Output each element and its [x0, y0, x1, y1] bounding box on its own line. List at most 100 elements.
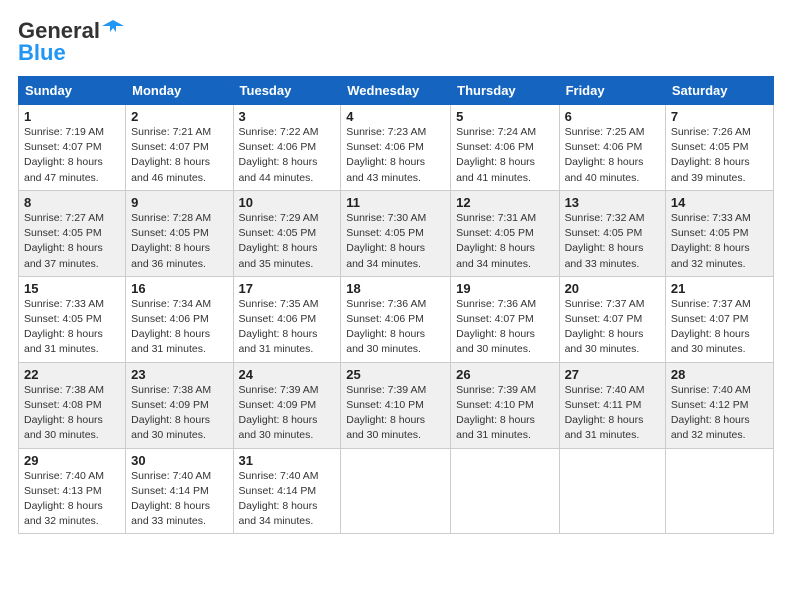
day-number: 22: [24, 367, 120, 382]
day-info: Sunrise: 7:40 AMSunset: 4:13 PMDaylight:…: [24, 469, 120, 530]
day-number: 27: [565, 367, 660, 382]
calendar-cell: 4Sunrise: 7:23 AMSunset: 4:06 PMDaylight…: [341, 105, 451, 191]
day-info: Sunrise: 7:28 AMSunset: 4:05 PMDaylight:…: [131, 211, 227, 272]
day-info: Sunrise: 7:29 AMSunset: 4:05 PMDaylight:…: [239, 211, 336, 272]
day-info: Sunrise: 7:37 AMSunset: 4:07 PMDaylight:…: [565, 297, 660, 358]
col-header-tuesday: Tuesday: [233, 77, 341, 105]
calendar-cell: 28Sunrise: 7:40 AMSunset: 4:12 PMDayligh…: [665, 362, 773, 448]
calendar-cell: 3Sunrise: 7:22 AMSunset: 4:06 PMDaylight…: [233, 105, 341, 191]
logo-blue: Blue: [18, 40, 66, 66]
calendar-cell: 25Sunrise: 7:39 AMSunset: 4:10 PMDayligh…: [341, 362, 451, 448]
calendar-cell: 17Sunrise: 7:35 AMSunset: 4:06 PMDayligh…: [233, 276, 341, 362]
calendar-cell: 30Sunrise: 7:40 AMSunset: 4:14 PMDayligh…: [126, 448, 233, 534]
calendar-cell: 26Sunrise: 7:39 AMSunset: 4:10 PMDayligh…: [451, 362, 559, 448]
day-info: Sunrise: 7:27 AMSunset: 4:05 PMDaylight:…: [24, 211, 120, 272]
day-number: 24: [239, 367, 336, 382]
calendar-cell: 8Sunrise: 7:27 AMSunset: 4:05 PMDaylight…: [19, 190, 126, 276]
calendar-cell: [451, 448, 559, 534]
day-number: 4: [346, 109, 445, 124]
calendar-cell: 24Sunrise: 7:39 AMSunset: 4:09 PMDayligh…: [233, 362, 341, 448]
calendar-cell: 6Sunrise: 7:25 AMSunset: 4:06 PMDaylight…: [559, 105, 665, 191]
day-info: Sunrise: 7:38 AMSunset: 4:08 PMDaylight:…: [24, 383, 120, 444]
day-info: Sunrise: 7:39 AMSunset: 4:09 PMDaylight:…: [239, 383, 336, 444]
calendar-cell: [665, 448, 773, 534]
day-info: Sunrise: 7:35 AMSunset: 4:06 PMDaylight:…: [239, 297, 336, 358]
calendar-cell: 5Sunrise: 7:24 AMSunset: 4:06 PMDaylight…: [451, 105, 559, 191]
day-info: Sunrise: 7:39 AMSunset: 4:10 PMDaylight:…: [346, 383, 445, 444]
calendar-cell: 29Sunrise: 7:40 AMSunset: 4:13 PMDayligh…: [19, 448, 126, 534]
day-number: 8: [24, 195, 120, 210]
calendar-cell: 13Sunrise: 7:32 AMSunset: 4:05 PMDayligh…: [559, 190, 665, 276]
day-number: 12: [456, 195, 553, 210]
day-number: 20: [565, 281, 660, 296]
day-number: 2: [131, 109, 227, 124]
day-info: Sunrise: 7:21 AMSunset: 4:07 PMDaylight:…: [131, 125, 227, 186]
calendar-cell: 2Sunrise: 7:21 AMSunset: 4:07 PMDaylight…: [126, 105, 233, 191]
calendar-cell: 23Sunrise: 7:38 AMSunset: 4:09 PMDayligh…: [126, 362, 233, 448]
calendar-cell: 21Sunrise: 7:37 AMSunset: 4:07 PMDayligh…: [665, 276, 773, 362]
calendar-cell: 31Sunrise: 7:40 AMSunset: 4:14 PMDayligh…: [233, 448, 341, 534]
calendar-cell: 9Sunrise: 7:28 AMSunset: 4:05 PMDaylight…: [126, 190, 233, 276]
calendar-cell: 16Sunrise: 7:34 AMSunset: 4:06 PMDayligh…: [126, 276, 233, 362]
day-info: Sunrise: 7:19 AMSunset: 4:07 PMDaylight:…: [24, 125, 120, 186]
day-info: Sunrise: 7:26 AMSunset: 4:05 PMDaylight:…: [671, 125, 768, 186]
day-number: 28: [671, 367, 768, 382]
day-number: 17: [239, 281, 336, 296]
day-info: Sunrise: 7:40 AMSunset: 4:14 PMDaylight:…: [239, 469, 336, 530]
col-header-monday: Monday: [126, 77, 233, 105]
day-number: 15: [24, 281, 120, 296]
day-info: Sunrise: 7:32 AMSunset: 4:05 PMDaylight:…: [565, 211, 660, 272]
day-info: Sunrise: 7:37 AMSunset: 4:07 PMDaylight:…: [671, 297, 768, 358]
day-number: 25: [346, 367, 445, 382]
calendar-cell: 20Sunrise: 7:37 AMSunset: 4:07 PMDayligh…: [559, 276, 665, 362]
calendar-cell: 19Sunrise: 7:36 AMSunset: 4:07 PMDayligh…: [451, 276, 559, 362]
day-info: Sunrise: 7:24 AMSunset: 4:06 PMDaylight:…: [456, 125, 553, 186]
calendar-week-row: 29Sunrise: 7:40 AMSunset: 4:13 PMDayligh…: [19, 448, 774, 534]
day-number: 10: [239, 195, 336, 210]
page: General Blue SundayMondayTuesdayWednesda…: [0, 0, 792, 552]
day-number: 13: [565, 195, 660, 210]
col-header-saturday: Saturday: [665, 77, 773, 105]
logo-bird-icon: [102, 18, 124, 40]
day-number: 3: [239, 109, 336, 124]
calendar-cell: 22Sunrise: 7:38 AMSunset: 4:08 PMDayligh…: [19, 362, 126, 448]
day-info: Sunrise: 7:31 AMSunset: 4:05 PMDaylight:…: [456, 211, 553, 272]
calendar-cell: 18Sunrise: 7:36 AMSunset: 4:06 PMDayligh…: [341, 276, 451, 362]
day-info: Sunrise: 7:23 AMSunset: 4:06 PMDaylight:…: [346, 125, 445, 186]
day-number: 21: [671, 281, 768, 296]
col-header-sunday: Sunday: [19, 77, 126, 105]
day-info: Sunrise: 7:36 AMSunset: 4:06 PMDaylight:…: [346, 297, 445, 358]
day-number: 29: [24, 453, 120, 468]
calendar-cell: 14Sunrise: 7:33 AMSunset: 4:05 PMDayligh…: [665, 190, 773, 276]
col-header-wednesday: Wednesday: [341, 77, 451, 105]
day-number: 5: [456, 109, 553, 124]
col-header-thursday: Thursday: [451, 77, 559, 105]
calendar-week-row: 1Sunrise: 7:19 AMSunset: 4:07 PMDaylight…: [19, 105, 774, 191]
calendar-header-row: SundayMondayTuesdayWednesdayThursdayFrid…: [19, 77, 774, 105]
day-info: Sunrise: 7:33 AMSunset: 4:05 PMDaylight:…: [24, 297, 120, 358]
day-info: Sunrise: 7:34 AMSunset: 4:06 PMDaylight:…: [131, 297, 227, 358]
calendar-cell: 10Sunrise: 7:29 AMSunset: 4:05 PMDayligh…: [233, 190, 341, 276]
calendar-cell: 7Sunrise: 7:26 AMSunset: 4:05 PMDaylight…: [665, 105, 773, 191]
day-number: 14: [671, 195, 768, 210]
calendar-cell: 12Sunrise: 7:31 AMSunset: 4:05 PMDayligh…: [451, 190, 559, 276]
day-info: Sunrise: 7:22 AMSunset: 4:06 PMDaylight:…: [239, 125, 336, 186]
day-info: Sunrise: 7:39 AMSunset: 4:10 PMDaylight:…: [456, 383, 553, 444]
col-header-friday: Friday: [559, 77, 665, 105]
day-info: Sunrise: 7:25 AMSunset: 4:06 PMDaylight:…: [565, 125, 660, 186]
logo: General Blue: [18, 18, 124, 66]
calendar-week-row: 8Sunrise: 7:27 AMSunset: 4:05 PMDaylight…: [19, 190, 774, 276]
calendar-cell: 11Sunrise: 7:30 AMSunset: 4:05 PMDayligh…: [341, 190, 451, 276]
calendar-cell: [341, 448, 451, 534]
day-number: 11: [346, 195, 445, 210]
calendar-week-row: 15Sunrise: 7:33 AMSunset: 4:05 PMDayligh…: [19, 276, 774, 362]
day-info: Sunrise: 7:38 AMSunset: 4:09 PMDaylight:…: [131, 383, 227, 444]
day-number: 6: [565, 109, 660, 124]
day-number: 1: [24, 109, 120, 124]
day-number: 23: [131, 367, 227, 382]
day-number: 9: [131, 195, 227, 210]
calendar-week-row: 22Sunrise: 7:38 AMSunset: 4:08 PMDayligh…: [19, 362, 774, 448]
day-info: Sunrise: 7:30 AMSunset: 4:05 PMDaylight:…: [346, 211, 445, 272]
calendar-cell: [559, 448, 665, 534]
day-number: 31: [239, 453, 336, 468]
